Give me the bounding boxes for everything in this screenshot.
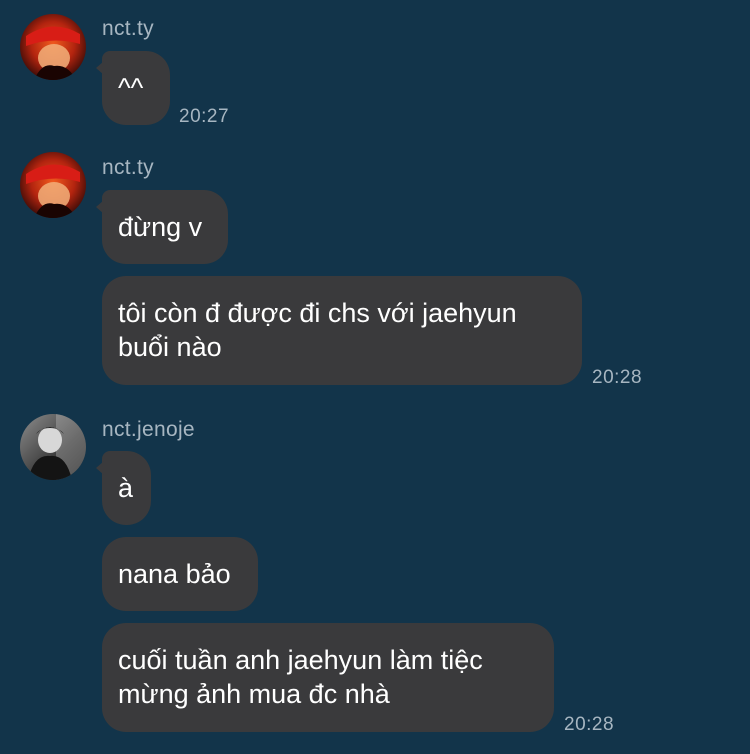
message-bubble[interactable]: nana bảo <box>102 537 258 611</box>
profile-photo-icon <box>20 152 86 218</box>
timestamp: 20:27 <box>179 106 230 127</box>
message-text: cuối tuần anh jaehyun làm tiệc mừng ảnh … <box>118 645 483 709</box>
message-text: tôi còn đ được đi chs với jaehyun buổi n… <box>118 298 517 362</box>
avatar-nct-ty[interactable] <box>20 14 86 80</box>
message-bubble[interactable]: tôi còn đ được đi chs với jaehyun buổi n… <box>102 276 582 385</box>
message-text: à <box>118 473 134 503</box>
message-text: đừng v <box>118 212 203 242</box>
message-bubble[interactable]: cuối tuần anh jaehyun làm tiệc mừng ảnh … <box>102 623 554 732</box>
timestamp: 20:28 <box>592 367 643 388</box>
profile-photo-icon <box>20 14 86 80</box>
sender-name: nct.jenoje <box>102 418 195 441</box>
sender-name: nct.ty <box>102 17 154 40</box>
message-bubble[interactable]: à <box>96 451 151 525</box>
avatar-nct-jenoje[interactable] <box>20 414 86 480</box>
timestamp: 20:28 <box>564 714 615 735</box>
sender-name: nct.ty <box>102 156 154 179</box>
message-text: ^^ <box>118 73 144 103</box>
message-bubble[interactable]: đừng v <box>96 190 228 264</box>
avatar-nct-ty[interactable] <box>20 152 86 218</box>
message-bubble[interactable]: ^^ <box>96 51 170 125</box>
message-text: nana bảo <box>118 559 231 589</box>
profile-photo-icon <box>20 414 86 480</box>
